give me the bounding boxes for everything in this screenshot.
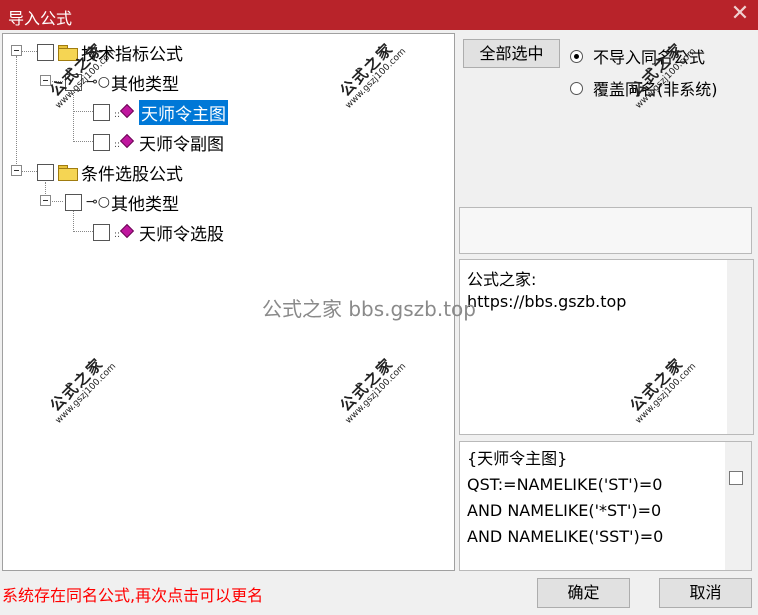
info-line: 公式之家: <box>467 270 537 289</box>
code-checkbox[interactable] <box>729 471 743 485</box>
tree-checkbox[interactable] <box>93 223 110 241</box>
tree-node-selection[interactable]: 条件选股公式 <box>37 160 183 185</box>
folder-icon <box>58 165 78 181</box>
tree-checkbox[interactable] <box>93 103 110 121</box>
select-all-button[interactable]: 全部选中 <box>463 39 560 68</box>
folder-icon <box>58 45 78 61</box>
tree-node-indicators-other[interactable]: ⊸○ 其他类型 <box>65 70 179 95</box>
collapse-icon[interactable] <box>40 195 51 206</box>
status-message: 系统存在同名公式,再次点击可以更名 <box>2 586 264 605</box>
radio-button[interactable] <box>570 81 583 95</box>
tree-node-label: 条件选股公式 <box>81 164 183 185</box>
tree-node-label: 天师令副图 <box>139 134 224 155</box>
tree-checkbox[interactable] <box>93 133 110 151</box>
formula-icon: :: <box>114 103 135 120</box>
window-title: 导入公式 <box>8 9 73 28</box>
scrollbar[interactable] <box>727 260 753 434</box>
code-block: {天师令主图} QST:=NAMELIKE('ST')=0 AND NAMELI… <box>467 446 663 550</box>
formula-code-box: {天师令主图} QST:=NAMELIKE('ST')=0 AND NAMELI… <box>459 441 752 571</box>
radio-no-import[interactable]: 不导入同名公式 <box>570 44 705 68</box>
code-line: AND NAMELIKE('*ST')=0 <box>467 501 662 520</box>
radio-label: 覆盖同名(非系统) <box>593 80 718 99</box>
formula-icon: :: <box>114 223 135 240</box>
tree-connector <box>16 56 17 176</box>
radio-overwrite[interactable]: 覆盖同名(非系统) <box>570 76 718 100</box>
tree-checkbox[interactable] <box>37 43 54 61</box>
code-line: AND NAMELIKE('SST')=0 <box>467 527 664 546</box>
info-line: https://bbs.gszb.top <box>467 292 627 311</box>
tree-checkbox[interactable] <box>65 193 82 211</box>
key-icon: ⊸○ <box>86 194 110 210</box>
tree-node-tianshiling-sub[interactable]: :: 天师令副图 <box>93 130 224 155</box>
tree-node-indicators[interactable]: 技术指标公式 <box>37 40 183 65</box>
tree-connector <box>73 90 74 142</box>
tree-connector <box>73 141 93 142</box>
collapse-icon[interactable] <box>11 165 22 176</box>
tree-node-label: 其他类型 <box>111 74 179 95</box>
center-watermark: 公式之家 bbs.gszb.top <box>262 297 476 321</box>
info-box: 公式之家: https://bbs.gszb.top <box>459 259 754 435</box>
key-icon: ⊸○ <box>86 74 110 90</box>
scrollbar[interactable] <box>725 442 751 570</box>
name-field[interactable] <box>459 207 752 254</box>
tree-connector <box>73 231 93 232</box>
collapse-icon[interactable] <box>40 75 51 86</box>
tree-node-label: 天师令主图 <box>139 99 228 125</box>
formula-icon: :: <box>114 133 135 150</box>
tree-node-label: 技术指标公式 <box>81 44 183 65</box>
cancel-button[interactable]: 取消 <box>659 578 752 608</box>
tree-node-label: 其他类型 <box>111 194 179 215</box>
tree-checkbox[interactable] <box>65 73 82 91</box>
tree-connector <box>73 111 93 112</box>
code-line: QST:=NAMELIKE('ST')=0 <box>467 475 663 494</box>
collapse-icon[interactable] <box>11 45 22 56</box>
tree-checkbox[interactable] <box>37 163 54 181</box>
radio-button[interactable] <box>570 49 583 63</box>
title-bar: 导入公式 ✕ <box>0 0 758 30</box>
tree-node-tianshiling-pick[interactable]: :: 天师令选股 <box>93 220 224 245</box>
tree-node-tianshiling-main[interactable]: :: 天师令主图 <box>93 99 228 125</box>
tree-node-label: 天师令选股 <box>139 224 224 245</box>
radio-label: 不导入同名公式 <box>593 48 706 67</box>
tree-node-selection-other[interactable]: ⊸○ 其他类型 <box>65 190 179 215</box>
code-line: {天师令主图} <box>467 449 568 468</box>
tree-connector <box>21 171 37 172</box>
tree-connector <box>21 51 37 52</box>
ok-button[interactable]: 确定 <box>537 578 630 608</box>
close-icon[interactable]: ✕ <box>728 2 752 26</box>
